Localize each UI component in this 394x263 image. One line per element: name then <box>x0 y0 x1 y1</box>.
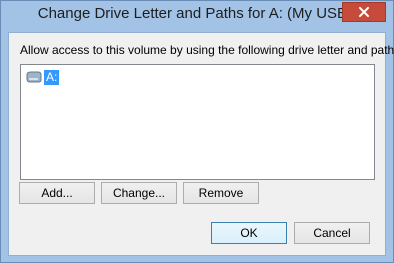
path-label: A: <box>44 69 60 85</box>
drive-icon <box>26 71 42 83</box>
change-button[interactable]: Change... <box>101 182 177 204</box>
close-icon <box>359 7 369 17</box>
cancel-button[interactable]: Cancel <box>294 222 370 244</box>
remove-button[interactable]: Remove <box>183 182 259 204</box>
window-title: Change Drive Letter and Paths for A: (My… <box>37 5 357 22</box>
ok-button[interactable]: OK <box>211 222 287 244</box>
dialog-content: Allow access to this volume by using the… <box>8 32 394 256</box>
list-item[interactable]: A: <box>25 69 60 85</box>
paths-list[interactable]: A: <box>20 64 375 180</box>
description-label: Allow access to this volume by using the… <box>20 43 394 57</box>
dialog-window: Change Drive Letter and Paths for A: (My… <box>0 0 394 263</box>
title-bar[interactable]: Change Drive Letter and Paths for A: (My… <box>1 1 393 32</box>
add-button[interactable]: Add... <box>19 182 95 204</box>
close-button[interactable] <box>342 2 386 22</box>
